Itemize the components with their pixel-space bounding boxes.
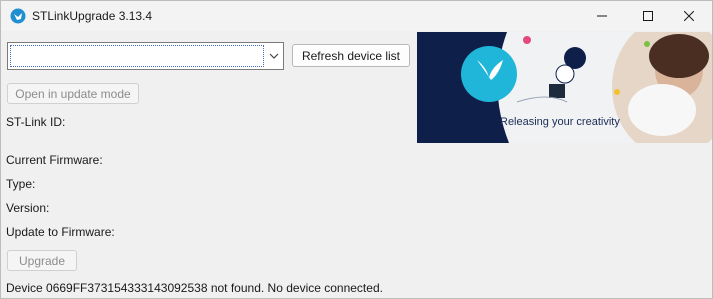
refresh-device-list-button[interactable]: Refresh device list <box>292 44 410 67</box>
maximize-button[interactable] <box>625 1 671 31</box>
status-message: Device 0669FF373154333143092538 not foun… <box>6 281 383 295</box>
banner-caption: Releasing your creativity <box>500 116 620 128</box>
chevron-down-icon[interactable] <box>269 51 279 61</box>
app-icon <box>10 8 26 24</box>
stlink-id-label: ST-Link ID: <box>6 115 66 129</box>
version-label: Version: <box>6 201 50 215</box>
current-firmware-label: Current Firmware: <box>6 153 103 167</box>
stm32-banner: Releasing your creativity <box>417 32 712 143</box>
minimize-icon <box>597 15 607 17</box>
maximize-icon <box>643 11 653 21</box>
type-label: Type: <box>6 177 36 191</box>
stm32-logo-circle <box>461 46 517 102</box>
app-window: STLinkUpgrade 3.13.4 Refresh device list… <box>0 0 713 299</box>
chip-icon <box>549 84 565 98</box>
close-icon <box>684 11 694 21</box>
update-to-firmware-label: Update to Firmware: <box>6 225 115 239</box>
device-select[interactable] <box>7 42 284 70</box>
upgrade-button[interactable]: Upgrade <box>7 250 77 271</box>
open-in-update-mode-button[interactable]: Open in update mode <box>7 83 139 104</box>
close-button[interactable] <box>666 1 712 31</box>
device-select-value <box>10 45 264 67</box>
window-title: STLinkUpgrade 3.13.4 <box>32 9 153 23</box>
title-bar[interactable]: STLinkUpgrade 3.13.4 <box>1 1 712 31</box>
minimize-button[interactable] <box>579 1 625 31</box>
runner-icon <box>555 64 575 84</box>
